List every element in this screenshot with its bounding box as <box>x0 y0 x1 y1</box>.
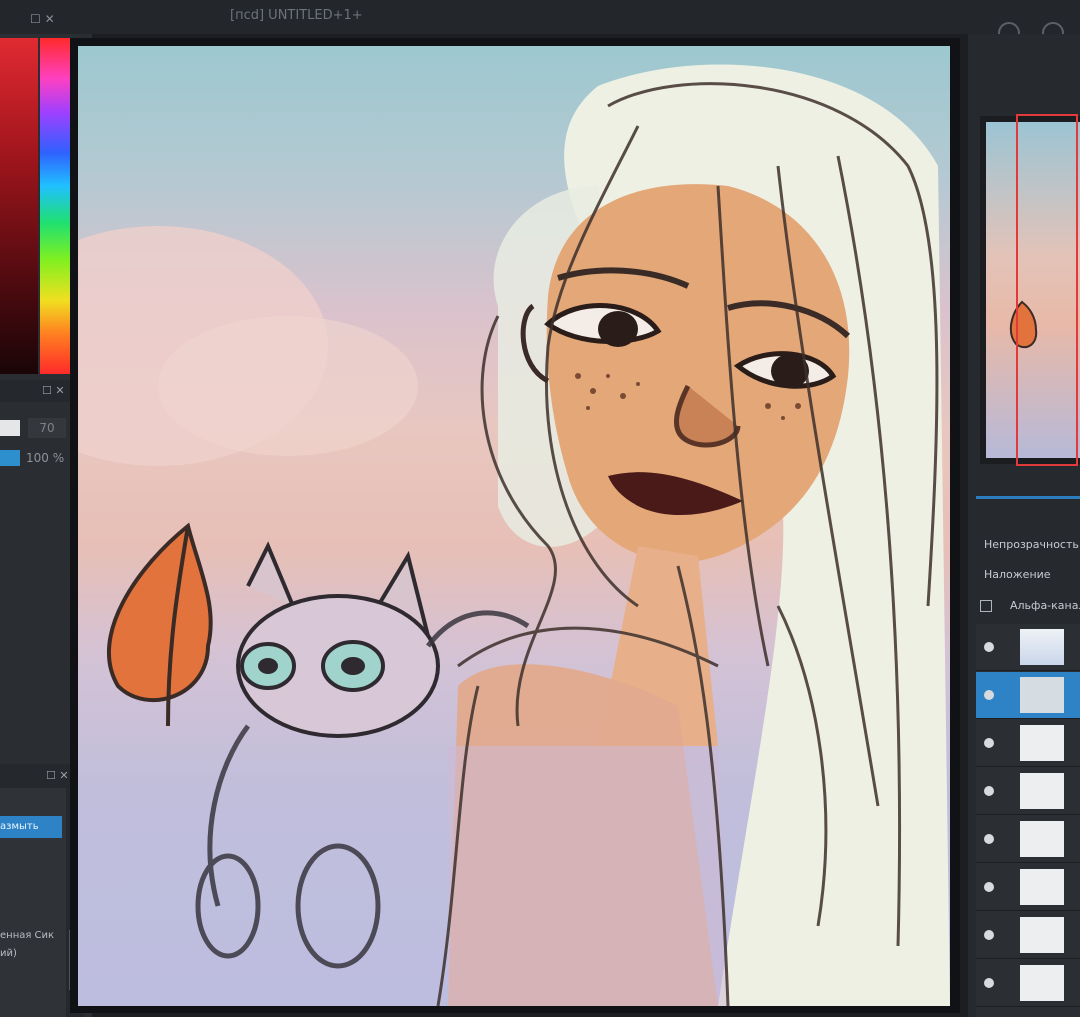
visibility-eye-icon[interactable] <box>984 642 994 652</box>
canvas-frame <box>70 38 960 1013</box>
color-picker-panel <box>0 34 106 374</box>
layer-thumbnail <box>1020 677 1064 713</box>
layer-row[interactable] <box>976 864 1080 911</box>
float-panel-icon[interactable]: ☐ ✕ <box>42 384 65 397</box>
blend-mode-label: Наложение <box>984 568 1051 581</box>
layer-row[interactable] <box>976 768 1080 815</box>
title-bar: ☐ ✕ [псd] UNTITLED+1+ <box>0 0 1080 44</box>
visibility-eye-icon[interactable] <box>984 978 994 988</box>
brush-description: енная Сик <box>0 930 55 941</box>
saturation-value-picker[interactable] <box>0 38 38 374</box>
layer-row[interactable] <box>976 912 1080 959</box>
layer-thumbnail <box>1020 629 1064 665</box>
layer-thumbnail <box>1020 869 1064 905</box>
layer-thumbnail <box>1020 725 1064 761</box>
layer-thumbnail <box>1020 965 1064 1001</box>
layer-thumbnail <box>1020 773 1064 809</box>
layers-list <box>976 624 1080 1017</box>
window-controls[interactable]: ☐ ✕ <box>30 12 55 26</box>
visibility-eye-icon[interactable] <box>984 786 994 796</box>
brush-size-field[interactable]: 70 <box>28 418 66 438</box>
float-panel-icon[interactable]: ☐ ✕ <box>46 769 69 782</box>
brush-preset-active[interactable]: азмыть <box>0 816 62 838</box>
brush-opacity-swatch[interactable] <box>0 450 20 466</box>
visibility-eye-icon[interactable] <box>984 882 994 892</box>
layer-thumbnail <box>1020 917 1064 953</box>
brush-panel-header: ☐ ✕ <box>0 380 78 402</box>
visibility-eye-icon[interactable] <box>984 690 994 700</box>
layer-row[interactable] <box>976 960 1080 1007</box>
visibility-eye-icon[interactable] <box>984 834 994 844</box>
layer-row[interactable] <box>976 816 1080 863</box>
hue-slider[interactable] <box>40 38 106 374</box>
brush-opacity-field[interactable]: 100 % <box>26 448 74 468</box>
brush-size-swatch[interactable] <box>0 420 20 436</box>
brush-presets-list: азмыть енная Сик ий) <box>0 788 66 1017</box>
artwork <box>78 64 950 1006</box>
alpha-channel-checkbox[interactable] <box>980 600 992 612</box>
layer-row[interactable] <box>976 672 1080 719</box>
opacity-label: Непрозрачность <box>984 538 1079 551</box>
brush-description: ий) <box>0 948 17 959</box>
alpha-channel-label: Альфа-канал <box>1010 599 1080 612</box>
document-title: [псd] UNTITLED+1+ <box>230 8 363 23</box>
layer-thumbnail <box>1020 821 1064 857</box>
visibility-eye-icon[interactable] <box>984 930 994 940</box>
right-dock: Непрозрачность Наложение Альфа-канал <box>968 34 1080 1017</box>
visibility-eye-icon[interactable] <box>984 738 994 748</box>
panel-divider <box>976 496 1080 499</box>
layer-row[interactable] <box>976 624 1080 671</box>
navigator-view-rect[interactable] <box>1016 114 1078 466</box>
drawing-canvas[interactable] <box>78 46 950 1006</box>
layer-row[interactable] <box>976 720 1080 767</box>
